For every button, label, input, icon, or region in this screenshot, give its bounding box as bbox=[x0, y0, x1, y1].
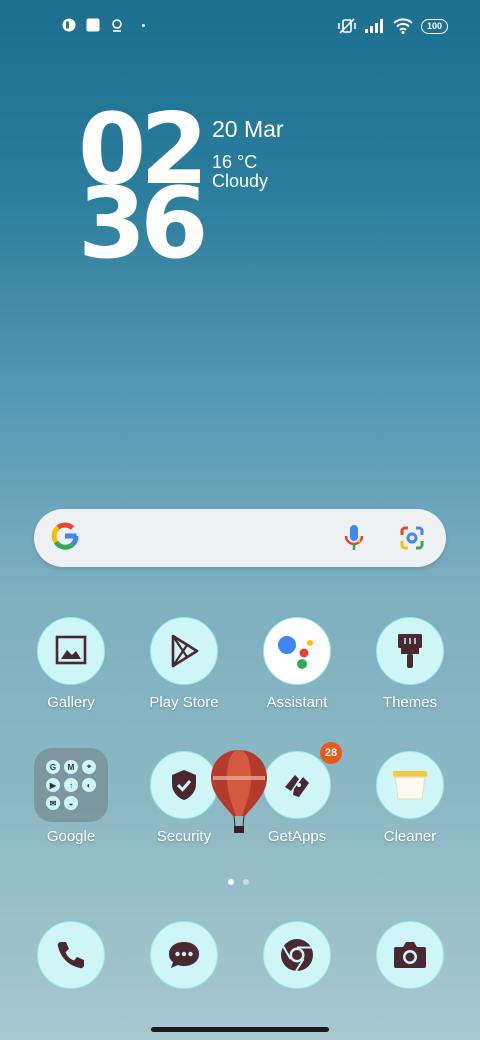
mic-icon[interactable] bbox=[342, 523, 366, 553]
camera-icon bbox=[376, 921, 444, 989]
vibrate-off-icon bbox=[338, 18, 356, 34]
dock-messages[interactable] bbox=[128, 921, 240, 989]
dock-chrome[interactable] bbox=[241, 921, 353, 989]
folder-app-drive: ↑ bbox=[64, 778, 78, 792]
square-notification-icon bbox=[86, 18, 100, 32]
notification-icons bbox=[62, 18, 145, 32]
google-folder-icon: G M ⌖ ▶ ↑ ◐ ✉ ◒ bbox=[34, 748, 108, 822]
app-assistant[interactable]: Assistant bbox=[241, 617, 353, 711]
assistant-icon bbox=[263, 617, 331, 685]
app-label: Themes bbox=[382, 694, 438, 711]
chrome-icon bbox=[263, 921, 331, 989]
notification-badge: 28 bbox=[320, 742, 342, 764]
folder-app-maps: ⌖ bbox=[82, 760, 96, 774]
app-label: Cleaner bbox=[383, 828, 437, 845]
folder-app-photos: ◐ bbox=[82, 778, 96, 792]
location-notification-icon bbox=[112, 19, 122, 32]
app-label: Assistant bbox=[266, 694, 328, 711]
more-notifications-dot bbox=[142, 23, 145, 27]
folder-app-meet: ✉ bbox=[46, 796, 60, 810]
app-gallery[interactable]: Gallery bbox=[15, 617, 127, 711]
google-search-bar[interactable] bbox=[34, 509, 446, 567]
page-dot-active bbox=[228, 879, 234, 885]
signal-icon bbox=[364, 19, 383, 33]
getapps-icon: 28 bbox=[263, 742, 342, 819]
folder-app-gmail: M bbox=[64, 760, 78, 774]
clock-minutes[interactable]: 36 bbox=[78, 175, 208, 273]
battery-indicator: 100 bbox=[420, 18, 448, 34]
status-bar: 100 bbox=[0, 0, 480, 56]
folder-app-google: G bbox=[46, 760, 60, 774]
wifi-icon bbox=[393, 18, 413, 34]
play-store-icon bbox=[150, 617, 218, 685]
dock-camera[interactable] bbox=[354, 921, 466, 989]
gallery-icon bbox=[37, 617, 105, 685]
phone-icon bbox=[37, 921, 105, 989]
app-notification-icon bbox=[62, 18, 76, 32]
app-label: Google bbox=[46, 828, 96, 845]
app-play-store[interactable]: Play Store bbox=[128, 617, 240, 711]
folder-app-empty bbox=[82, 796, 96, 810]
google-lens-icon[interactable] bbox=[398, 525, 426, 551]
google-g-icon bbox=[51, 522, 79, 550]
temperature-label[interactable]: 16 °C bbox=[212, 152, 257, 173]
folder-app-youtube: ▶ bbox=[46, 778, 60, 792]
messages-icon bbox=[150, 921, 218, 989]
system-icons: 100 bbox=[337, 17, 448, 35]
security-icon bbox=[150, 751, 218, 819]
app-cleaner[interactable]: Cleaner bbox=[354, 751, 466, 845]
app-themes[interactable]: Themes bbox=[354, 617, 466, 711]
home-gesture-bar[interactable] bbox=[151, 1027, 329, 1032]
page-indicator bbox=[228, 879, 249, 885]
weather-condition-label[interactable]: Cloudy bbox=[212, 171, 268, 192]
themes-icon bbox=[376, 617, 444, 685]
dock-phone[interactable] bbox=[15, 921, 127, 989]
app-label: Play Store bbox=[149, 694, 219, 711]
cleaner-icon bbox=[376, 751, 444, 819]
hot-air-balloon-wallpaper bbox=[211, 750, 267, 833]
page-dot bbox=[243, 879, 249, 885]
folder-google[interactable]: G M ⌖ ▶ ↑ ◐ ✉ ◒ Google bbox=[15, 748, 127, 845]
folder-app-duo: ◒ bbox=[64, 796, 78, 810]
app-label: Gallery bbox=[47, 694, 95, 711]
date-label[interactable]: 20 Mar bbox=[212, 116, 284, 143]
